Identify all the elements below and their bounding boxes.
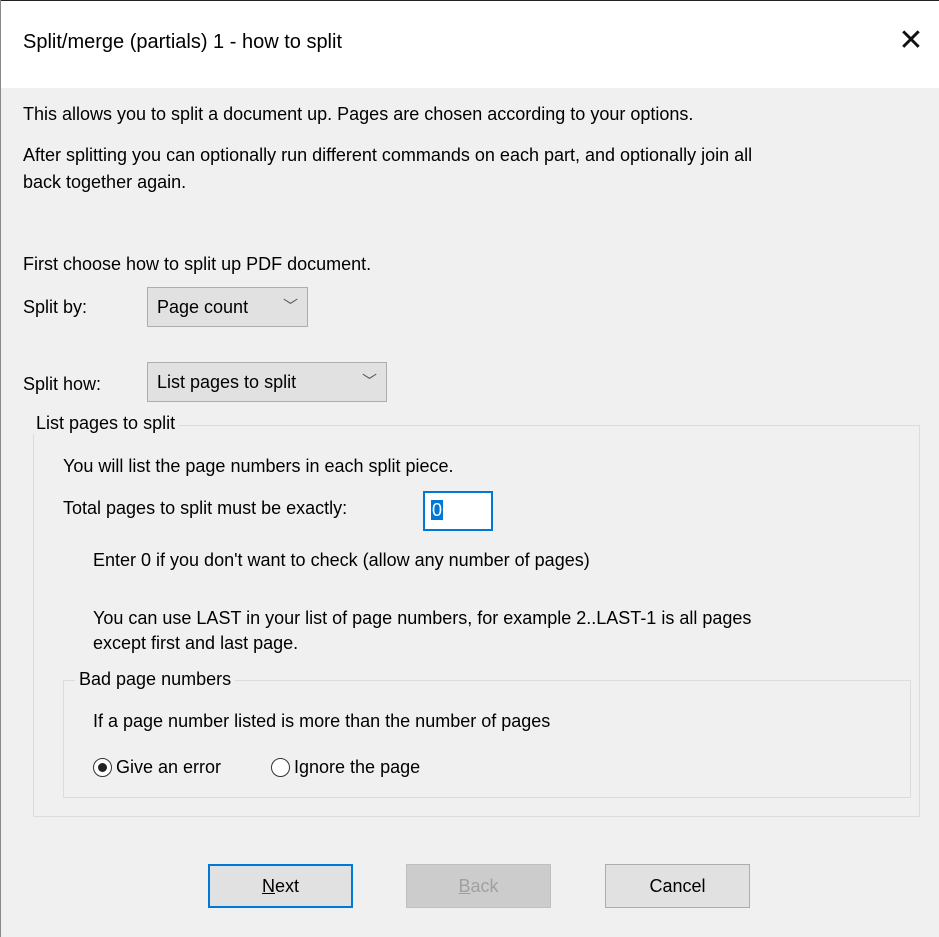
back-accelerator: B — [458, 876, 471, 896]
hint-last-line-2: except first and last page. — [93, 633, 299, 653]
back-label-rest: ack — [470, 876, 499, 896]
total-pages-input[interactable]: 0 — [423, 491, 493, 531]
title-bar: Split/merge (partials) 1 - how to split … — [1, 0, 939, 88]
total-pages-label: Total pages to split must be exactly: — [63, 498, 348, 518]
radio-unselected-icon — [271, 758, 290, 777]
total-pages-value: 0 — [431, 500, 444, 520]
split-how-select[interactable]: List pages to split ﹀ — [147, 362, 387, 402]
next-label-rest: ext — [274, 876, 299, 896]
intro-line-3: back together again. — [23, 172, 187, 192]
next-accelerator: N — [261, 876, 275, 896]
radio-ignore-page-label: Ignore the page — [294, 757, 421, 777]
list-pages-description: You will list the page numbers in each s… — [63, 456, 454, 476]
split-how-label: Split how: — [23, 374, 102, 394]
bad-page-numbers-legend: Bad page numbers — [75, 669, 236, 690]
bad-page-description: If a page number listed is more than the… — [93, 711, 551, 731]
hint-zero: Enter 0 if you don't want to check (allo… — [93, 550, 590, 570]
intro-line-2: After splitting you can optionally run d… — [23, 145, 753, 165]
choose-prompt: First choose how to split up PDF documen… — [23, 254, 372, 274]
split-how-value: List pages to split — [157, 372, 297, 392]
split-by-value: Page count — [157, 297, 249, 317]
list-pages-legend: List pages to split — [32, 413, 180, 434]
radio-selected-icon — [93, 758, 112, 777]
cancel-button[interactable]: Cancel — [605, 864, 750, 908]
radio-ignore-page[interactable]: Ignore the page — [271, 757, 420, 778]
close-icon[interactable]: ✕ — [895, 23, 927, 59]
split-merge-dialog: Split/merge (partials) 1 - how to split … — [0, 0, 939, 937]
radio-give-error-label: Give an error — [116, 757, 222, 777]
chevron-down-icon: ﹀ — [282, 298, 298, 315]
split-by-select[interactable]: Page count ﹀ — [147, 287, 308, 327]
split-by-label: Split by: — [23, 297, 88, 317]
bad-page-numbers-group — [63, 680, 911, 798]
radio-give-error[interactable]: Give an error — [93, 757, 221, 778]
hint-last-line-1: You can use LAST in your list of page nu… — [93, 608, 752, 628]
window-title: Split/merge (partials) 1 - how to split — [23, 31, 343, 53]
back-button[interactable]: Back — [406, 864, 551, 908]
intro-line-1: This allows you to split a document up. … — [23, 104, 694, 124]
next-button[interactable]: Next — [208, 864, 353, 908]
chevron-down-icon: ﹀ — [361, 373, 377, 390]
